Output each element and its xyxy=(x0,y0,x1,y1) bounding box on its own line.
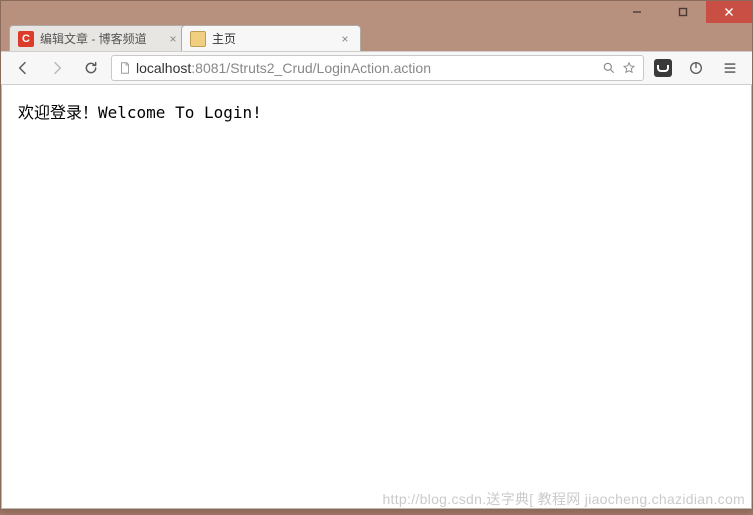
tab-title: 编辑文章 - 博客频道 xyxy=(40,30,160,47)
url-text: localhost:8081/Struts2_Crud/LoginAction.… xyxy=(136,60,597,76)
bookmark-star-icon[interactable] xyxy=(621,60,637,76)
pocket-extension-button[interactable] xyxy=(650,55,676,81)
tab-close-button[interactable]: × xyxy=(338,32,352,46)
browser-window: C 编辑文章 - 博客频道 × 主页 × localhost:8081/Stru… xyxy=(0,0,753,510)
search-icon[interactable] xyxy=(601,60,617,76)
window-close-button[interactable] xyxy=(706,1,752,23)
tab-title: 主页 xyxy=(212,30,332,47)
pocket-icon xyxy=(654,59,672,77)
reload-button[interactable] xyxy=(77,55,105,81)
browser-toolbar: localhost:8081/Struts2_Crud/LoginAction.… xyxy=(1,51,752,85)
page-content: 欢迎登录！Welcome To Login! xyxy=(1,85,752,509)
power-icon[interactable] xyxy=(682,55,710,81)
chrome-menu-button[interactable] xyxy=(716,55,744,81)
forward-button[interactable] xyxy=(43,55,71,81)
back-button[interactable] xyxy=(9,55,37,81)
welcome-message: 欢迎登录！Welcome To Login! xyxy=(18,99,735,123)
watermark-text: http://blog.csdn.送字典[ 教程网 jiaocheng.chaz… xyxy=(382,489,745,509)
tab-strip: C 编辑文章 - 博客频道 × 主页 × xyxy=(1,23,752,51)
browser-tab-inactive[interactable]: C 编辑文章 - 博客频道 × xyxy=(9,25,189,51)
window-titlebar xyxy=(1,1,752,23)
page-info-icon xyxy=(118,61,132,75)
favicon-icon xyxy=(190,31,206,47)
tab-close-button[interactable]: × xyxy=(166,32,180,46)
favicon-icon: C xyxy=(18,31,34,47)
window-minimize-button[interactable] xyxy=(614,1,660,23)
browser-tab-active[interactable]: 主页 × xyxy=(181,25,361,51)
window-maximize-button[interactable] xyxy=(660,1,706,23)
address-bar[interactable]: localhost:8081/Struts2_Crud/LoginAction.… xyxy=(111,55,644,81)
